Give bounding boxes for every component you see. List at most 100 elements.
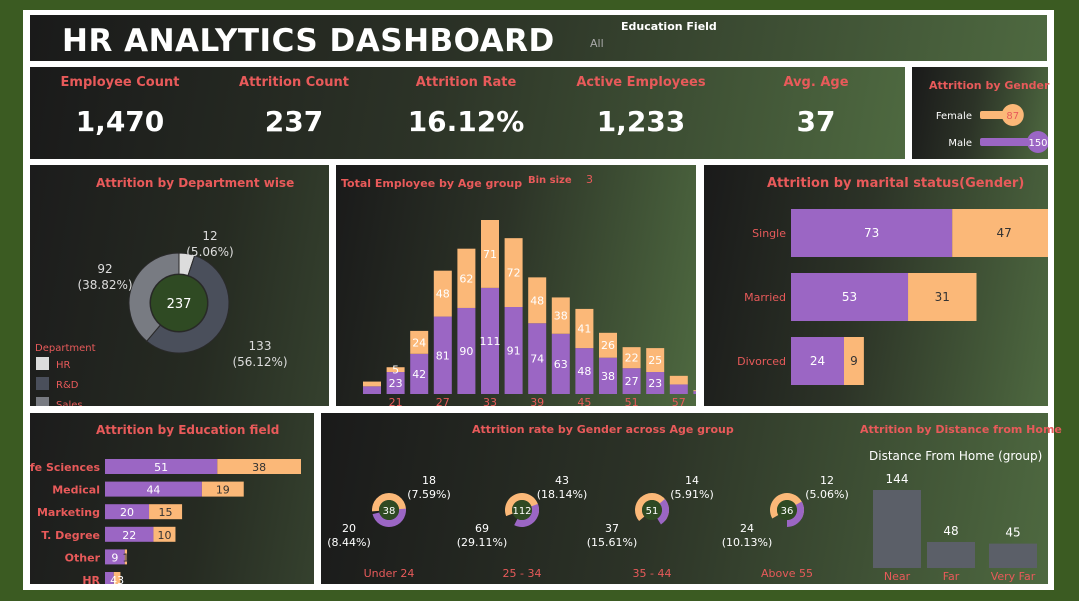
age-bar-label: 38: [554, 310, 568, 323]
marital-label-divorced: Divorced: [737, 355, 786, 368]
age-bar-label: 23: [389, 377, 403, 390]
gender-age-total: 36: [781, 506, 794, 517]
age-bar-label: 72: [507, 267, 521, 280]
education-field-chart: Life Sciences 51 38 Medical 44 19 Marketing 20 1…: [30, 459, 301, 584]
marital-label-married: Married: [744, 291, 786, 304]
age-x-tick: 21: [389, 396, 403, 406]
marital-panel: Attrition by marital status(Gender) Sing…: [704, 165, 1048, 406]
legend-label-hr: HR: [56, 360, 71, 371]
marital-status-chart: Single 73 47 Married 53 31 Divorced 24 9: [737, 209, 1048, 385]
marital-bar-label: 53: [842, 290, 857, 304]
education-bar-label: 1: [122, 551, 129, 564]
age-bar-label: 48: [577, 365, 591, 378]
education-label: Medical: [52, 484, 100, 497]
legend-label-rnd: R&D: [56, 380, 79, 391]
age-bar-label: 23: [648, 377, 662, 390]
gender-age-left-value: 24: [740, 522, 754, 535]
age-bar-segment: [363, 381, 381, 387]
age-histogram-chart: 235 4224814890621117191727448633848413826…: [363, 220, 696, 406]
department-legend-title: Department: [35, 343, 96, 354]
education-bar-label: 43: [110, 574, 124, 584]
gender-age-right-value: 43: [555, 474, 569, 487]
gender-age-right-pct: (7.59%): [407, 488, 451, 501]
filter-label: Education Field: [621, 20, 717, 33]
age-bar-segment: [693, 390, 696, 392]
distance-bar-label: 144: [886, 472, 909, 486]
department-label-pct: (56.12%): [232, 355, 287, 369]
age-x-tick: 51: [625, 396, 639, 406]
department-total-value: 237: [167, 297, 192, 312]
education-bar-label: 51: [154, 461, 168, 474]
distance-bar-label: 45: [1005, 526, 1020, 540]
gender-age-total: 38: [383, 506, 396, 517]
gender-age-total: 112: [512, 506, 531, 517]
age-group-panel: Total Employee by Age group Bin size 3 2…: [336, 165, 696, 406]
age-bar-label: 81: [436, 349, 450, 362]
gender-age-right-value: 14: [685, 474, 699, 487]
gender-age-panel: Attrition rate by Gender across Age grou…: [321, 413, 1062, 584]
education-panel: Attrition by Education field Life Scienc…: [30, 413, 314, 584]
education-bar-label: 9: [111, 551, 118, 564]
distance-bar-near: [873, 490, 921, 568]
marital-bar-label: 31: [935, 290, 950, 304]
gender-age-left-pct: (15.61%): [587, 536, 638, 549]
education-bar-label: 10: [157, 529, 171, 542]
marital-bar-label: 24: [810, 354, 825, 368]
kpi-panel: Employee Count 1,470 Attrition Count 237…: [30, 67, 905, 159]
distance-bar-very-far: [989, 543, 1037, 568]
distance-bar-label: 48: [943, 524, 958, 538]
age-bar-label: 48: [530, 294, 544, 307]
kpi-label-avg-age: Avg. Age: [783, 75, 849, 90]
age-bar-label: 63: [554, 358, 568, 371]
gender-age-group-label: Above 55: [761, 567, 813, 580]
legend-swatch-rnd: [36, 377, 49, 390]
education-label: Other: [65, 551, 101, 564]
age-bar-label: 90: [459, 345, 473, 358]
age-bar-label: 48: [436, 288, 450, 301]
age-bar-label: 74: [530, 353, 544, 366]
gender-age-group-label: 25 - 34: [503, 567, 542, 580]
gender-age-donuts: 38 20(8.44%) 18(7.59%) Under 24 112 69(29.11%…: [327, 472, 1037, 583]
age-bar-label: 41: [577, 323, 591, 336]
age-bar-label: 27: [625, 375, 639, 388]
age-bar-label: 111: [480, 335, 501, 348]
education-label: HR: [82, 574, 100, 584]
distance-bar-far: [927, 542, 975, 568]
kpi-value-attrition-rate: 16.12%: [407, 105, 525, 138]
gender-label-male: Male: [948, 138, 972, 149]
department-label-pct: (38.82%): [77, 278, 132, 292]
age-bar-label: 22: [625, 352, 639, 365]
distance-x-label: Very Far: [991, 570, 1036, 583]
kpi-label-employee-count: Employee Count: [60, 75, 180, 90]
marital-bar-label: 73: [864, 226, 879, 240]
gender-age-right-pct: (18.14%): [537, 488, 588, 501]
gender-age-right-value: 18: [422, 474, 436, 487]
gender-age-total: 51: [646, 506, 659, 517]
education-label: Marketing: [37, 506, 100, 519]
gender-age-group-label: 35 - 44: [633, 567, 672, 580]
legend-swatch-sales: [36, 397, 49, 406]
age-bar-label: 5: [392, 364, 399, 377]
legend-label-sales: Sales: [56, 400, 83, 406]
education-bar-label: 19: [216, 484, 230, 497]
education-bar-label: 20: [120, 506, 134, 519]
department-label-pct: (5.06%): [186, 245, 233, 259]
age-bar-segment: [693, 391, 696, 394]
age-bar-label: 42: [412, 368, 426, 381]
age-x-tick: 45: [577, 396, 591, 406]
age-bar-label: 91: [507, 345, 521, 358]
department-panel: Attrition by Department wise 237 12 (5.06%…: [30, 165, 329, 406]
legend-swatch-hr: [36, 357, 49, 370]
kpi-label-active-employees: Active Employees: [576, 75, 706, 90]
age-bar-segment: [363, 386, 381, 394]
gender-value-female: 87: [1006, 111, 1019, 122]
department-label-value: 133: [249, 339, 272, 353]
gender-age-left-value: 37: [605, 522, 619, 535]
gender-age-right-pct: (5.06%): [805, 488, 849, 501]
education-field-filter[interactable]: All: [590, 37, 604, 50]
age-x-tick: 39: [530, 396, 544, 406]
gender-age-left-pct: (29.11%): [457, 536, 508, 549]
kpi-value-avg-age: 37: [796, 105, 836, 138]
kpi-value-active-employees: 1,233: [596, 105, 686, 138]
age-x-tick: 27: [436, 396, 450, 406]
